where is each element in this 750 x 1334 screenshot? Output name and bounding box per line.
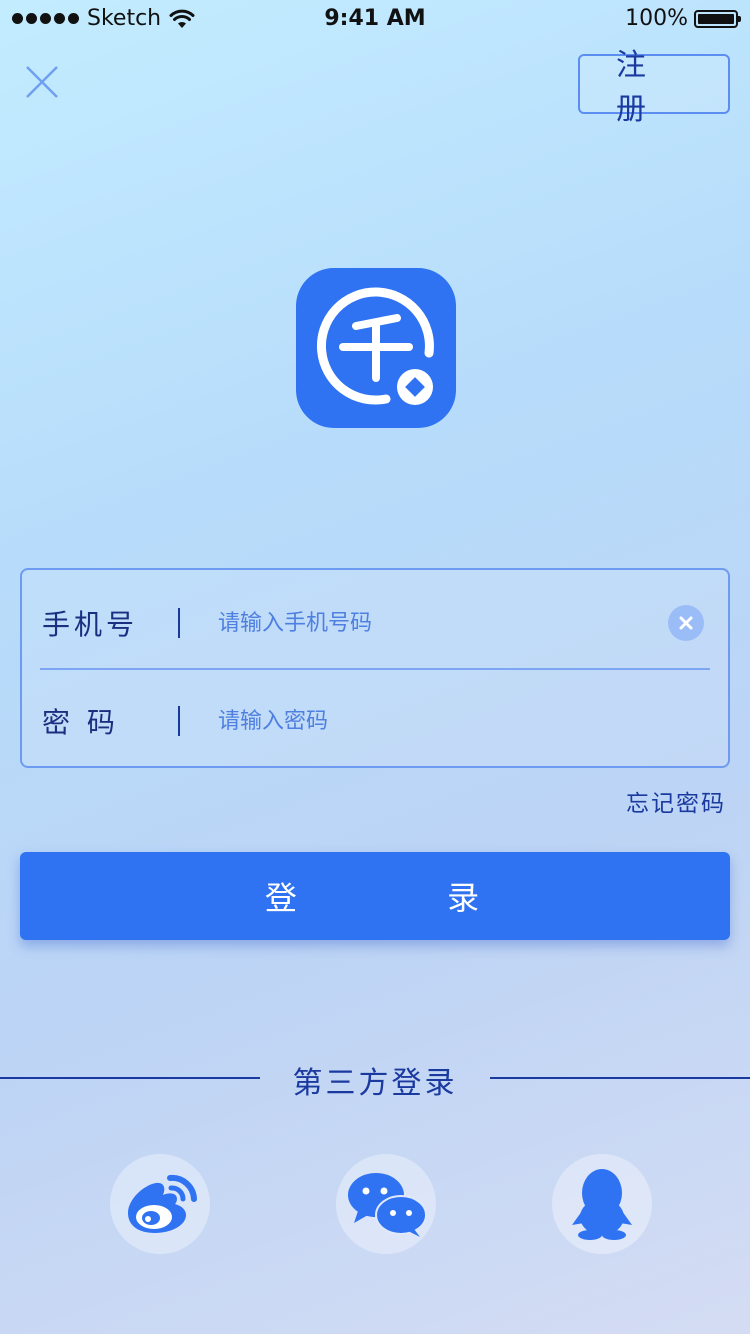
close-button[interactable] <box>22 62 62 102</box>
divider-line-right <box>490 1077 750 1079</box>
qq-icon <box>572 1169 632 1240</box>
form-divider <box>40 668 710 670</box>
field-separator <box>178 608 180 638</box>
forgot-password-link[interactable]: 忘记密码 <box>626 784 726 818</box>
wechat-icon <box>348 1173 426 1237</box>
clear-phone-button[interactable] <box>668 605 704 641</box>
login-button[interactable]: 登 录 <box>20 852 730 940</box>
phone-input[interactable] <box>218 603 648 643</box>
battery-percent: 100% <box>625 6 688 31</box>
divider-line-left <box>0 1077 260 1079</box>
weibo-icon <box>128 1174 197 1233</box>
app-logo-icon <box>296 268 456 428</box>
phone-label: 手机号 <box>42 608 139 641</box>
weibo-login-button[interactable] <box>110 1154 210 1254</box>
login-form: 手机号 密 码 <box>20 568 730 768</box>
wechat-login-button[interactable] <box>336 1154 436 1254</box>
register-button[interactable]: 注 册 <box>578 48 730 127</box>
phone-row: 手机号 <box>22 574 728 672</box>
password-row: 密 码 <box>22 672 728 770</box>
close-icon <box>26 66 58 98</box>
clear-icon <box>679 616 693 630</box>
qq-login-button[interactable] <box>552 1154 652 1254</box>
battery-icon <box>694 9 741 28</box>
status-bar: Sketch 9:41 AM 100% <box>0 0 750 40</box>
status-right: 100% <box>625 6 741 31</box>
third-party-title: 第三方登录 <box>292 1066 458 1101</box>
field-separator <box>178 706 180 736</box>
password-label: 密 码 <box>42 706 119 739</box>
app-logo <box>296 268 456 428</box>
password-input[interactable] <box>218 701 648 741</box>
